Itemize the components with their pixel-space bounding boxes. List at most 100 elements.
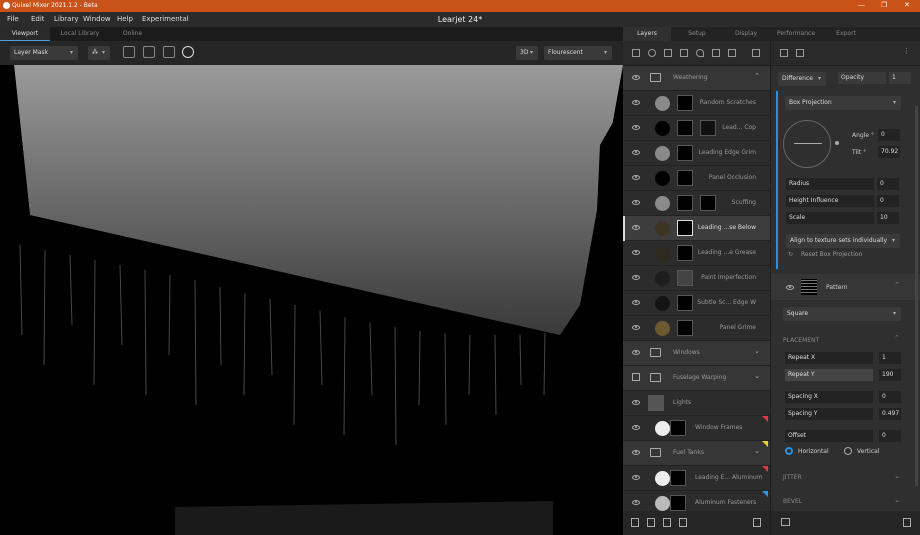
eye-icon[interactable] — [632, 75, 640, 80]
layer-lead-cop[interactable]: Lead... Cop — [623, 116, 770, 141]
eye-icon[interactable] — [632, 150, 640, 155]
eye-icon[interactable] — [632, 175, 640, 180]
angle-dial[interactable] — [783, 120, 831, 168]
chevron-down-icon[interactable]: ⌄ — [754, 347, 760, 355]
delete-icon[interactable] — [903, 518, 911, 527]
tab-layers[interactable]: Layers — [623, 27, 671, 41]
eye-icon[interactable] — [632, 125, 640, 130]
new-folder-icon[interactable] — [679, 518, 687, 527]
view-mode-dropdown[interactable]: 3D ▾ — [516, 46, 538, 60]
eye-icon[interactable] — [632, 200, 640, 205]
more-icon[interactable]: ⋮ — [903, 47, 910, 55]
eye-icon[interactable] — [632, 275, 640, 280]
viewport[interactable] — [0, 65, 623, 535]
properties-scrollbar[interactable] — [915, 106, 918, 486]
angle-input[interactable]: 0 — [878, 129, 900, 141]
chevron-up-icon[interactable]: ⌃ — [894, 281, 900, 289]
height-influence-input[interactable]: 0 — [877, 195, 899, 207]
visibility-checkbox[interactable] — [632, 373, 640, 381]
layer-leading-e-grease[interactable]: Leading ...e Grease — [623, 241, 770, 266]
layer-random-scratches[interactable]: Random Scratches — [623, 91, 770, 116]
opacity-input[interactable]: 1 — [889, 72, 911, 84]
brush-icon[interactable] — [728, 49, 736, 57]
reset-box-projection-button[interactable]: Reset Box Projection — [801, 251, 862, 258]
blend-mode-dropdown[interactable]: Difference ▾ — [778, 72, 826, 86]
eye-icon[interactable] — [632, 225, 640, 230]
surface-layer-icon[interactable] — [632, 49, 640, 57]
tab-display[interactable]: Display — [723, 27, 769, 41]
eye-icon[interactable] — [632, 100, 640, 105]
eye-icon[interactable] — [632, 425, 640, 430]
eye-icon[interactable] — [632, 475, 640, 480]
eye-icon[interactable] — [786, 285, 794, 290]
sliders-icon[interactable] — [796, 49, 804, 57]
image-icon[interactable] — [123, 46, 135, 58]
dial-handle[interactable] — [835, 141, 839, 145]
adjust-icon[interactable] — [712, 49, 720, 57]
jitter-header[interactable]: JITTER — [783, 474, 802, 481]
eye-icon[interactable] — [632, 400, 640, 405]
chevron-down-icon[interactable]: ⌄ — [754, 372, 760, 380]
pattern-shape-dropdown[interactable]: Square ▾ — [783, 307, 901, 321]
layer-lights[interactable]: Lights — [623, 391, 770, 416]
delete-icon[interactable] — [753, 518, 761, 527]
eye-icon[interactable] — [632, 250, 640, 255]
target-icon[interactable] — [182, 46, 194, 58]
bevel-header[interactable]: BEVEL — [783, 498, 802, 505]
chevron-down-icon[interactable]: ⌄ — [754, 447, 760, 455]
add-layer-icon[interactable] — [631, 518, 639, 527]
solid-layer-icon[interactable] — [664, 49, 672, 57]
image-layer-icon[interactable] — [680, 49, 688, 57]
chevron-up-icon[interactable]: ⌃ — [754, 72, 760, 80]
close-icon[interactable]: ✕ — [904, 1, 910, 9]
layer-aluminum-fasteners[interactable]: Aluminum Fasteners — [623, 491, 770, 511]
eye-icon[interactable] — [632, 325, 640, 330]
spacing-x-input[interactable]: 0 — [879, 391, 901, 403]
tab-local-library[interactable]: Local Library — [55, 27, 105, 41]
tilt-input[interactable]: 70.92 — [878, 146, 900, 158]
layer-leading-e-aluminum[interactable]: Leading E... Aluminum — [623, 466, 770, 491]
add-mask-icon[interactable] — [647, 518, 655, 527]
tab-export[interactable]: Export — [823, 27, 869, 41]
reset-icon[interactable]: ↻ — [788, 251, 793, 258]
fill-icon[interactable] — [696, 49, 704, 57]
offset-input[interactable]: 0 — [879, 430, 901, 442]
layer-window-frames[interactable]: Window Frames — [623, 416, 770, 441]
layer-panel-grime[interactable]: Panel Grime — [623, 316, 770, 341]
radius-input[interactable]: 0 — [877, 178, 899, 190]
chevron-down-icon[interactable]: ⌄ — [894, 496, 900, 504]
align-dropdown[interactable]: Align to texture sets individually ▾ — [786, 234, 900, 248]
layer-leading-edge-grim[interactable]: Leading Edge Grim — [623, 141, 770, 166]
layer-mask-dropdown[interactable]: Layer Mask ▾ — [10, 46, 78, 60]
eye-icon[interactable] — [632, 300, 640, 305]
repeat-y-input[interactable]: 190 — [879, 369, 901, 381]
placement-header[interactable]: PLACEMENT — [783, 337, 819, 344]
chevron-up-icon[interactable]: ⌃ — [894, 334, 900, 342]
paint-layer-icon[interactable] — [648, 49, 656, 57]
tab-online[interactable]: Online — [110, 27, 155, 41]
layer-folder-weathering[interactable]: Weathering ⌃ — [623, 66, 770, 91]
folder-icon[interactable] — [781, 518, 790, 526]
layer-subtle-sc-edge-w[interactable]: Subtle Sc... Edge W — [623, 291, 770, 316]
spacing-y-input[interactable]: 0.497 — [879, 408, 901, 420]
add-stack-icon[interactable] — [663, 518, 671, 527]
restore-icon[interactable]: ❐ — [881, 1, 887, 9]
layer-leading-se-below[interactable]: Leading ...se Below — [623, 216, 770, 241]
horizontal-radio[interactable] — [785, 447, 793, 455]
eye-icon[interactable] — [632, 500, 640, 505]
chevron-down-icon[interactable]: ⌄ — [894, 472, 900, 480]
lighting-dropdown[interactable]: Flourescent ▾ — [544, 46, 612, 60]
mask-icon[interactable] — [780, 49, 788, 57]
projection-dropdown[interactable]: Box Projection ▾ — [785, 96, 901, 110]
eye-icon[interactable] — [632, 450, 640, 455]
vertical-radio[interactable] — [844, 447, 852, 455]
scale-input[interactable]: 10 — [877, 212, 899, 224]
tab-setup[interactable]: Setup — [675, 27, 719, 41]
layer-folder-windows[interactable]: Windows ⌄ — [623, 341, 770, 366]
tab-viewport[interactable]: Viewport — [0, 27, 50, 41]
eye-icon[interactable] — [632, 350, 640, 355]
minimize-icon[interactable]: — — [858, 1, 865, 9]
layer-folder-fuel-tanks[interactable]: Fuel Tanks ⌄ — [623, 441, 770, 466]
layer-scuffing[interactable]: Scuffing — [623, 191, 770, 216]
layer-paint-imperfection[interactable]: Paint Imperfection — [623, 266, 770, 291]
